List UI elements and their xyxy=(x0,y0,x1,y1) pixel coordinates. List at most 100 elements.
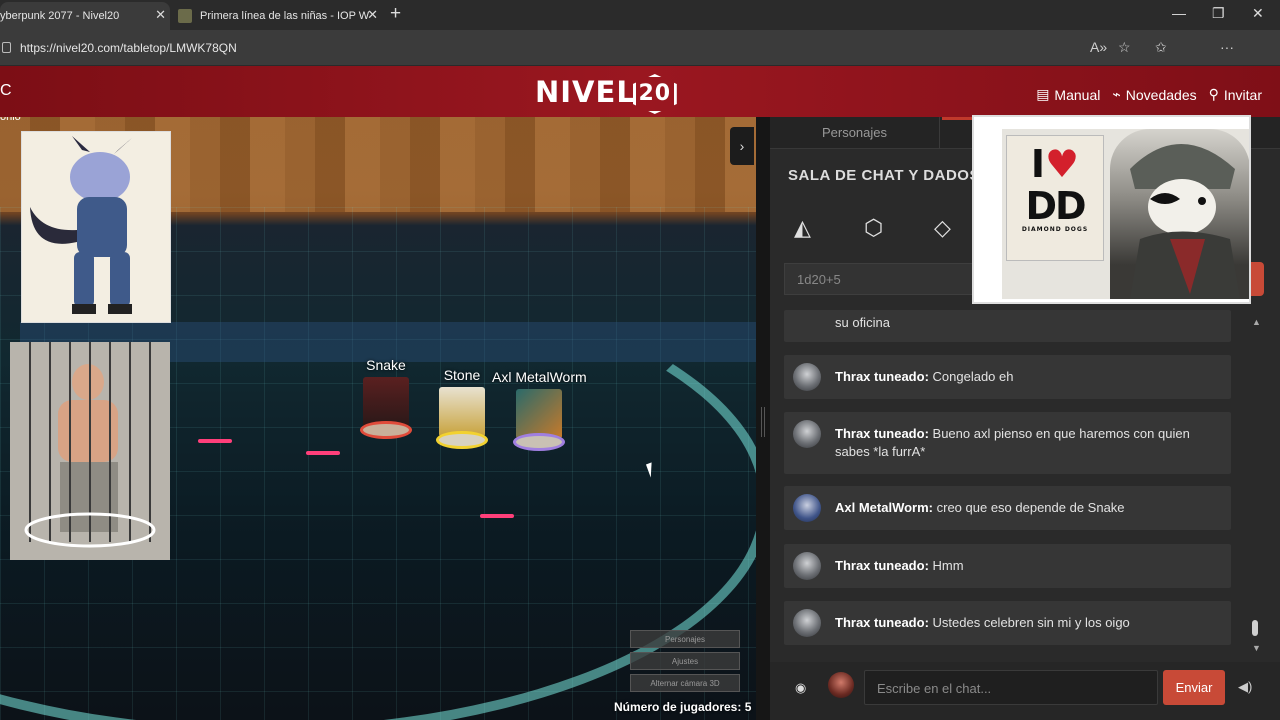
user-avatar[interactable] xyxy=(793,552,821,580)
message-author: Thrax tuneado: xyxy=(835,426,929,441)
tab-favicon-icon xyxy=(178,9,192,23)
d4-dice-icon[interactable]: ◭ xyxy=(794,215,811,241)
neon-mark xyxy=(306,451,340,455)
chat-message: Thrax tuneado: Bueno axl pienso en que h… xyxy=(784,412,1231,474)
message-body: creo que eso depende de Snake xyxy=(933,500,1125,515)
scroll-thumb[interactable] xyxy=(1252,620,1258,636)
tab-characters[interactable]: Personajes xyxy=(770,117,940,149)
read-aloud-icon[interactable]: A» xyxy=(1090,39,1107,55)
token-base xyxy=(513,433,566,451)
message-body: Ustedes celebren sin mi y los oigo xyxy=(928,615,1130,630)
neon-mark xyxy=(198,439,232,443)
dice-roll-input[interactable]: 1d20+5 xyxy=(784,263,974,295)
close-tab-icon[interactable]: ✕ xyxy=(367,7,378,23)
tab-nivel20[interactable]: yberpunk 2077 - Nivel20 ✕ xyxy=(0,2,170,30)
more-menu-icon[interactable]: ··· xyxy=(1220,39,1234,55)
message-author: Thrax tuneado: xyxy=(835,615,929,630)
message-text: su oficina xyxy=(835,314,1217,332)
token-stone[interactable]: Stone xyxy=(436,367,488,449)
token-name: Snake xyxy=(366,357,406,373)
sign-caption: DIAMOND DOGS xyxy=(1021,226,1089,233)
chat-message: Thrax tuneado: Hmm xyxy=(784,544,1231,588)
minimize-icon[interactable]: — xyxy=(1172,5,1186,21)
dragon-character-art xyxy=(22,132,170,322)
d8-dice-icon[interactable]: ◇ xyxy=(934,215,951,241)
chat-message: Thrax tuneado: Congelado eh xyxy=(784,355,1231,399)
site-header: C NIVEL 20 ▤ Manual ⌁ Novedades ⚲ Invitar xyxy=(0,66,1280,117)
collapse-panel-button[interactable]: › xyxy=(730,127,754,165)
chat-input-bar: ◉ Escribe en el chat... Enviar ◀) xyxy=(770,662,1280,720)
character-drawing-art xyxy=(1130,144,1240,299)
tab-title: yberpunk 2077 - Nivel20 xyxy=(0,10,120,22)
url-field[interactable]: https://nivel20.com/tabletop/LMWK78QN xyxy=(20,41,237,55)
chat-title: SALA DE CHAT Y DADOS xyxy=(788,167,980,184)
tab-iop[interactable]: Primera línea de las niñas - IOP W ✕ xyxy=(172,2,382,30)
new-tab-icon[interactable]: + xyxy=(390,3,401,25)
menu-settings[interactable]: Ajustes xyxy=(630,652,740,670)
user-avatar[interactable] xyxy=(793,363,821,391)
menu-toggle-3d-camera[interactable]: Alternar cámara 3D xyxy=(630,674,740,692)
token-base xyxy=(436,431,488,449)
resize-handle[interactable] xyxy=(761,407,765,437)
message-text: Thrax tuneado: Ustedes celebren sin mi y… xyxy=(835,614,1217,632)
add-user-icon: ⚲ xyxy=(1208,86,1219,102)
token-axl-metalworm[interactable]: Axl MetalWorm xyxy=(492,369,587,451)
address-bar: https://nivel20.com/tabletop/LMWK78QN A»… xyxy=(0,30,1280,88)
chat-scrollbar[interactable]: ▲ ▼ xyxy=(1252,317,1261,653)
favorite-star-icon[interactable]: ☆ xyxy=(1118,39,1131,56)
message-text: Thrax tuneado: Bueno axl pienso en que h… xyxy=(835,425,1217,461)
anime-dragon-character-image[interactable] xyxy=(21,131,171,323)
token-portrait xyxy=(516,389,563,439)
caged-man-image[interactable] xyxy=(10,342,170,560)
invite-link[interactable]: ⚲ Invitar xyxy=(1209,86,1262,103)
maximize-icon[interactable]: ❐ xyxy=(1212,5,1225,22)
close-tab-icon[interactable]: ✕ xyxy=(155,7,166,23)
character-drawing xyxy=(1110,129,1249,299)
token-snake[interactable]: Snake xyxy=(360,357,412,439)
players-count: Número de jugadores: 5 xyxy=(614,700,752,714)
book-icon: ▤ xyxy=(1036,86,1050,102)
globe-icon[interactable]: ◉ xyxy=(795,680,806,696)
user-avatar[interactable] xyxy=(793,420,821,448)
webcam-feed: I♥ DD DIAMOND DOGS xyxy=(1002,129,1249,299)
panel-divider[interactable] xyxy=(756,117,770,720)
news-link[interactable]: ⌁ Novedades xyxy=(1112,86,1196,103)
message-body: su oficina xyxy=(835,315,890,330)
close-window-icon[interactable]: ✕ xyxy=(1252,5,1264,22)
current-user-avatar[interactable] xyxy=(828,672,854,698)
scroll-up-icon[interactable]: ▲ xyxy=(1252,317,1261,327)
caged-man-art xyxy=(10,342,170,560)
logo-text: NIVEL xyxy=(535,75,636,109)
user-avatar[interactable] xyxy=(793,609,821,637)
tab-title: Primera línea de las niñas - IOP W xyxy=(200,10,370,22)
chat-message-input[interactable]: Escribe en el chat... xyxy=(864,670,1158,705)
menu-characters[interactable]: Personajes xyxy=(630,630,740,648)
message-author: Thrax tuneado: xyxy=(835,369,929,384)
lock-icon[interactable] xyxy=(2,42,11,53)
message-text: Thrax tuneado: Hmm xyxy=(835,557,1217,575)
message-author: Axl MetalWorm: xyxy=(835,500,933,515)
webcam-overlay[interactable]: I♥ DD DIAMOND DOGS xyxy=(972,115,1251,304)
scroll-down-icon[interactable]: ▼ xyxy=(1252,643,1261,653)
d20-logo-icon: 20 xyxy=(632,74,677,114)
roll-dice-button[interactable] xyxy=(1250,262,1264,296)
sign-letter: I xyxy=(1030,142,1046,186)
news-label: Novedades xyxy=(1125,86,1197,103)
manual-link[interactable]: ▤ Manual xyxy=(1036,86,1100,103)
tabletop-menu: Personajes Ajustes Alternar cámara 3D xyxy=(630,630,740,696)
nivel20-logo[interactable]: NIVEL 20 xyxy=(535,74,677,114)
side-label-fragment: onio xyxy=(0,117,21,123)
d6-dice-icon[interactable]: ⬡ xyxy=(864,215,883,241)
speaker-icon[interactable]: ◀) xyxy=(1238,679,1252,695)
neon-mark xyxy=(480,514,514,518)
message-author: Thrax tuneado: xyxy=(835,558,929,573)
manual-label: Manual xyxy=(1054,86,1101,103)
send-button[interactable]: Enviar xyxy=(1163,670,1225,705)
pulse-icon: ⌁ xyxy=(1112,86,1121,102)
message-text: Thrax tuneado: Congelado eh xyxy=(835,368,1217,386)
message-body: Hmm xyxy=(928,558,964,573)
heart-icon: ♥ xyxy=(1045,142,1080,186)
nav-left-fragment[interactable]: C xyxy=(0,82,12,100)
favorites-list-icon[interactable]: ✩ xyxy=(1155,39,1167,56)
user-avatar[interactable] xyxy=(793,494,821,522)
